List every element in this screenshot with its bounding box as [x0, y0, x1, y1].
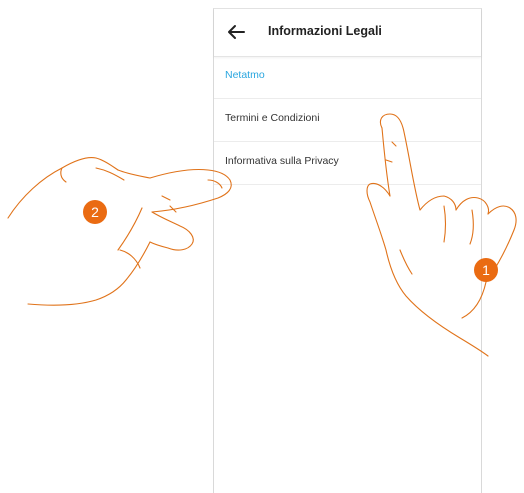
right-hand-illustration [366, 113, 517, 357]
step-1-badge: 1 [474, 258, 498, 282]
